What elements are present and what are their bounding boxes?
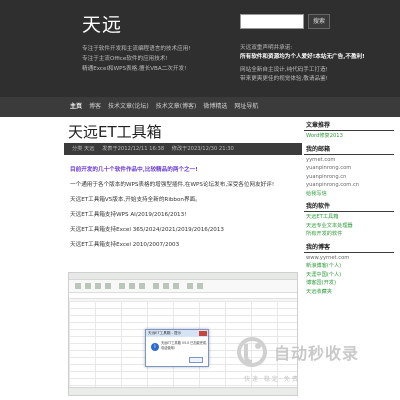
article-paragraph: 天远ET工具箱支持Excel 2010/2007/2003 bbox=[70, 242, 180, 248]
sidebar-link[interactable]: Word修复2013 bbox=[304, 132, 400, 141]
divider bbox=[304, 211, 394, 212]
sidebar-link[interactable]: 天远收藏夹 bbox=[304, 288, 400, 297]
widget-title: 我的博客 bbox=[306, 243, 331, 251]
watermark-subtext: 快速·稳定·免费 bbox=[244, 376, 300, 383]
search-button[interactable]: 搜索 bbox=[308, 14, 330, 29]
article-paragraph: 天远ET工具箱支持Excel 365/2024/2021/2019/2016/2… bbox=[70, 227, 224, 233]
widget-blogs: 我的博客 www.yyrnet.com 新浪博客(个人) 天涯中国(个人) 博客… bbox=[304, 243, 400, 297]
site-tagline: 专注于软件开发和主流编程语言的技术应用! 专注于主流Office软件的应用技术!… bbox=[82, 44, 222, 74]
sidebar-link[interactable]: 所有开发的软件 bbox=[304, 230, 400, 239]
tagline-line: 专注于主流Office软件的应用技术! bbox=[82, 56, 168, 62]
watermark: 自动秒收录 快速·稳定·免费 bbox=[230, 336, 400, 392]
site-logo[interactable]: 天远 bbox=[82, 10, 122, 37]
nav-item-blog[interactable]: 博客 bbox=[89, 97, 101, 117]
notice-line: 带来更爽更佳的视觉体验,敬请品鉴! bbox=[240, 76, 328, 82]
sidebar: 文章推荐 Word修复2013 我的邮箱 yyrnet.com yuanpinr… bbox=[304, 117, 400, 296]
dialog-ok-button bbox=[189, 357, 203, 363]
tagline-line: 专注于软件开发和主流编程语言的技术应用! bbox=[82, 46, 191, 52]
article-paragraph: 天远ET工具箱支持WPS AI/2019/2016/2013! bbox=[70, 212, 187, 218]
dialog-message: 天远ET工具箱 V5.0 已加载完成,欢迎使用! bbox=[161, 341, 208, 350]
divider bbox=[304, 130, 394, 131]
sidebar-link[interactable]: yuanpinrong.cn bbox=[304, 173, 400, 182]
notice-line: 网站全新自主设计,纯代码手工打造! bbox=[240, 67, 328, 73]
widget-recommended: 文章推荐 Word修复2013 bbox=[304, 121, 400, 141]
divider bbox=[304, 251, 394, 253]
article-body: 目前开发的几十个软件作品中,比较精品的两个之一! 一个通用于各个版本的WPS表格… bbox=[70, 163, 298, 253]
widget-title: 我的邮箱 bbox=[306, 145, 331, 153]
nav-item-weibo[interactable]: 微博精选 bbox=[203, 97, 227, 117]
sidebar-link[interactable]: 天远专业文本处理器 bbox=[304, 222, 400, 231]
sidebar-link[interactable]: www.yyrnet.com bbox=[304, 254, 400, 263]
widget-software: 我的软件 天远ET工具箱 天远专业文本处理器 所有开发的软件 bbox=[304, 202, 400, 239]
screenshot-dialog: 天远ET工具箱 - 提示 i 天远ET工具箱 V5.0 已加载完成,欢迎使用! bbox=[145, 329, 209, 367]
sidebar-link[interactable]: 新浪博客(个人) bbox=[304, 262, 400, 271]
site-notice: 天远双重声明并承诺: 所有软件和资源均为个人爱好!本站无广告,不盈利! 网站全新… bbox=[240, 44, 400, 84]
nav-item-home[interactable]: 主页 bbox=[70, 97, 82, 117]
sidebar-link[interactable]: 天涯中国(个人) bbox=[304, 271, 400, 280]
site-header: 天远 专注于软件开发和主流编程语言的技术应用! 专注于主流Office软件的应用… bbox=[0, 0, 400, 97]
nav-item-links[interactable]: 网址导航 bbox=[234, 97, 258, 117]
widget-title: 我的软件 bbox=[306, 203, 331, 210]
article-meta: 分类 天远 发表于2012/12/11 16:38 修改于2023/12/30 … bbox=[64, 143, 302, 155]
page-title: 天远ET工具箱 bbox=[68, 123, 162, 141]
close-icon bbox=[199, 331, 207, 336]
main-nav: 主页 博客 技术文章(论坛) 技术文章(博客) 微博精选 网址导航 bbox=[0, 97, 400, 117]
sidebar-link[interactable]: 给我写信 bbox=[304, 190, 400, 199]
article-modified: 修改于2023/12/30 21:30 bbox=[171, 146, 234, 152]
notice-line-emphasis: 所有软件和资源均为个人爱好!本站无广告,不盈利! bbox=[240, 54, 365, 60]
article-paragraph: 一个通用于各个版本的WPS表格的增强型插件,在WPS论坛发布,深受各位网友好评! bbox=[70, 182, 275, 188]
nav-item-forum-articles[interactable]: 技术文章(论坛) bbox=[108, 97, 149, 117]
info-icon: i bbox=[151, 343, 159, 351]
tagline-line: 精通Excel和WPS表格,擅长VBA二次开发! bbox=[82, 66, 187, 72]
nav-item-blog-articles[interactable]: 技术文章(博客) bbox=[156, 97, 197, 117]
divider bbox=[304, 153, 394, 155]
notice-line: 天远双重声明并承诺: bbox=[240, 45, 293, 51]
screenshot-titlebar bbox=[69, 273, 297, 280]
widget-mailbox: 我的邮箱 yyrnet.com yuanpinrong.com yuanpinr… bbox=[304, 145, 400, 199]
widget-title: 文章推荐 bbox=[306, 122, 331, 129]
search-input[interactable] bbox=[240, 14, 304, 29]
article-paragraph: 天远ET工具箱V5版本,开始支持全新的Ribbon界面。 bbox=[70, 197, 201, 203]
screenshot-ribbon bbox=[69, 280, 297, 293]
article-paragraph-highlight: 目前开发的几十个软件作品中,比较精品的两个之一! bbox=[70, 167, 198, 173]
watermark-text: 自动秒收录 bbox=[274, 344, 360, 363]
sidebar-link[interactable]: yuanpinrong.com.cn bbox=[304, 181, 400, 190]
article-published: 发表于2012/12/11 16:38 bbox=[102, 146, 165, 152]
sidebar-link[interactable]: yuanpinrong.com bbox=[304, 164, 400, 173]
sidebar-link[interactable]: 天远ET工具箱 bbox=[304, 213, 400, 222]
article-category[interactable]: 分类 天远 bbox=[72, 146, 94, 152]
sidebar-link[interactable]: 博客园(开发) bbox=[304, 279, 400, 288]
watermark-logo-icon bbox=[237, 337, 267, 367]
screenshot-formula-bar bbox=[69, 293, 297, 299]
sidebar-link[interactable]: yyrnet.com bbox=[304, 156, 400, 165]
